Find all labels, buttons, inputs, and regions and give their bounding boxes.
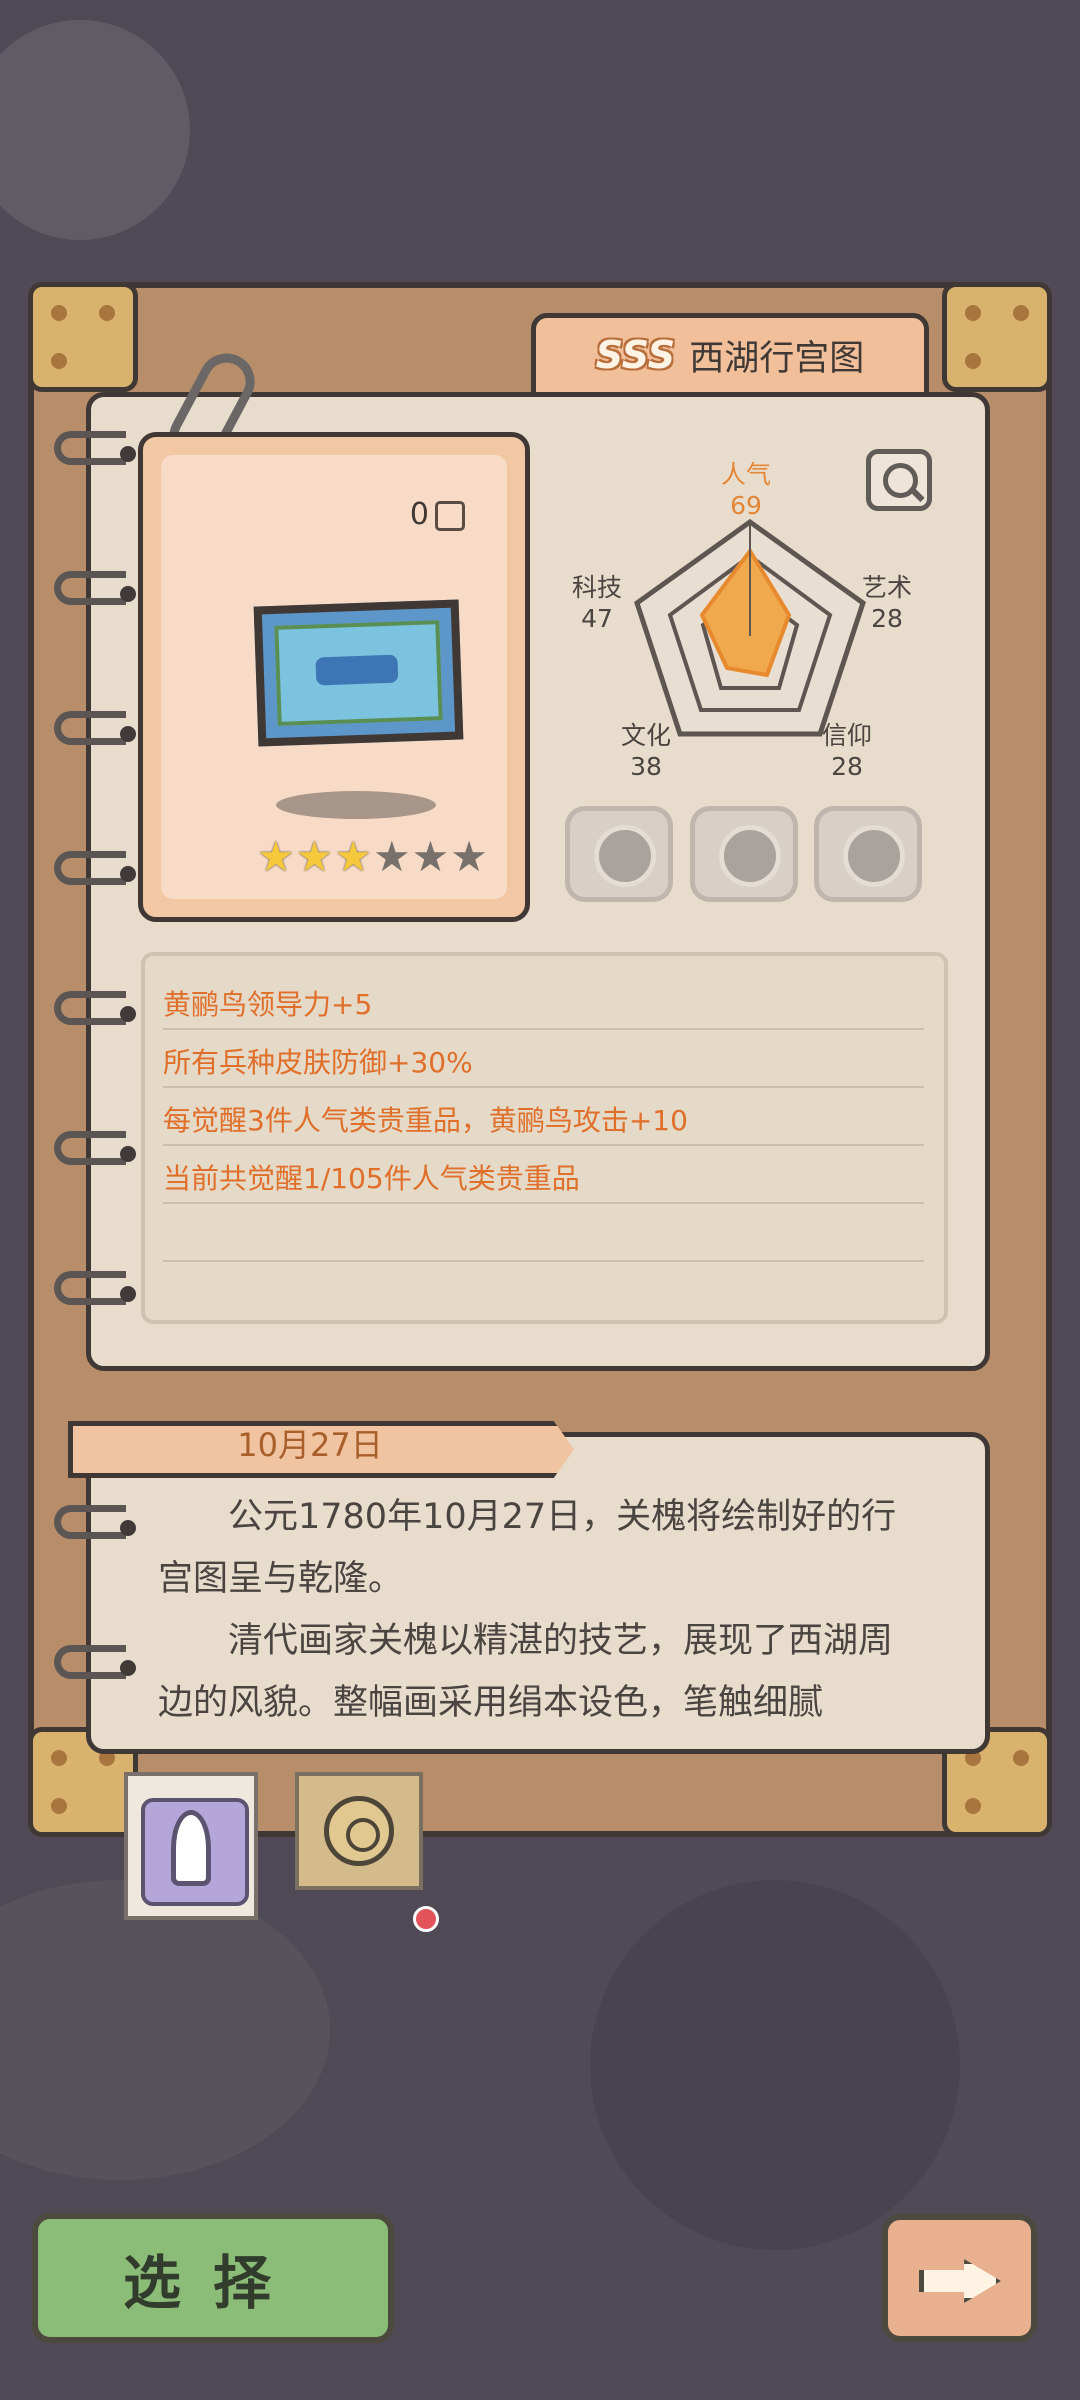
book-corner bbox=[28, 282, 138, 392]
effect-line: 黄鹂鸟领导力+5 bbox=[163, 988, 373, 1021]
paper-rule bbox=[163, 1144, 924, 1146]
stat-culture: 文化 38 bbox=[620, 721, 671, 781]
stat-art: 艺术 28 bbox=[861, 573, 912, 633]
star-icon: ★ bbox=[450, 832, 489, 881]
binder-ring bbox=[54, 1505, 136, 1539]
star-icon: ★ bbox=[257, 832, 296, 881]
item-card: 0 ★★★★★★ bbox=[138, 432, 530, 922]
binder-ring bbox=[54, 1271, 136, 1305]
sun-icon bbox=[324, 1796, 394, 1866]
star-icon: ★ bbox=[334, 832, 373, 881]
item-title: 西湖行宫图 bbox=[689, 338, 865, 379]
effect-line: 每觉醒3件人气类贵重品，黄鹂鸟攻击+10 bbox=[163, 1104, 688, 1137]
effect-line: 当前共觉醒1/105件人气类贵重品 bbox=[163, 1162, 580, 1195]
binder-ring bbox=[54, 851, 136, 885]
notification-dot bbox=[413, 1906, 439, 1932]
stat-technology: 科技 47 bbox=[571, 573, 622, 633]
item-grade: SSS bbox=[595, 333, 676, 377]
binder-ring bbox=[54, 571, 136, 605]
background-shape bbox=[0, 1880, 330, 2180]
star-icon: ★ bbox=[411, 832, 451, 881]
stat-faith: 信仰 28 bbox=[821, 721, 872, 781]
locked-badge-slot[interactable] bbox=[565, 806, 673, 902]
puzzle-icon bbox=[435, 500, 465, 531]
rarity-stars: ★★★★★★ bbox=[257, 832, 489, 881]
paper-rule bbox=[163, 1028, 924, 1030]
portrait-icon bbox=[171, 1810, 211, 1886]
book-corner bbox=[942, 282, 1052, 392]
character-tab[interactable] bbox=[124, 1772, 258, 1920]
story-paragraph: 清代画家关槐以精湛的技艺，展现了西湖周边的风貌。整幅画采用绢本设色，笔触细腻 bbox=[158, 1621, 894, 1723]
stats-radar-chart bbox=[634, 518, 866, 737]
story-date: 10月27日 bbox=[237, 1426, 383, 1464]
paper-rule bbox=[163, 1202, 924, 1204]
item-shadow bbox=[276, 791, 436, 819]
locked-badge-slot[interactable] bbox=[690, 806, 798, 902]
item-count: 0 bbox=[410, 497, 465, 532]
story-text: 公元1780年10月27日，关槐将绘制好的行宫图呈与乾隆。 清代画家关槐以精湛的… bbox=[158, 1486, 913, 1734]
background-shape bbox=[590, 1880, 960, 2250]
paper-rule bbox=[163, 1086, 924, 1088]
binder-ring bbox=[54, 1645, 136, 1679]
story-paragraph: 公元1780年10月27日，关槐将绘制好的行宫图呈与乾隆。 bbox=[158, 1497, 897, 1599]
binder-ring bbox=[54, 711, 136, 745]
west-lake-map-image bbox=[253, 599, 464, 747]
stat-popularity: 人气 69 bbox=[720, 460, 771, 520]
effects-panel: 黄鹂鸟领导力+5 所有兵种皮肤防御+30% 每觉醒3件人气类贵重品，黄鹂鸟攻击+… bbox=[141, 952, 948, 1324]
select-button[interactable]: 选择 bbox=[32, 2213, 394, 2343]
next-button[interactable] bbox=[882, 2214, 1037, 2342]
binder-ring bbox=[54, 991, 136, 1025]
locked-badge-slot[interactable] bbox=[814, 806, 922, 902]
star-icon: ★ bbox=[372, 832, 412, 881]
item-title-tab: SSS 西湖行宫图 bbox=[531, 313, 929, 397]
star-icon: ★ bbox=[295, 832, 335, 881]
background-shape bbox=[0, 20, 190, 240]
search-icon[interactable] bbox=[866, 449, 932, 511]
right-arrow-icon bbox=[919, 2259, 1001, 2303]
effect-line: 所有兵种皮肤防御+30% bbox=[163, 1046, 473, 1079]
paper-rule bbox=[163, 1260, 924, 1262]
sun-tab[interactable] bbox=[295, 1772, 423, 1890]
binder-ring bbox=[54, 431, 136, 465]
binder-ring bbox=[54, 1131, 136, 1165]
item-card-inner: 0 ★★★★★★ bbox=[161, 455, 507, 899]
